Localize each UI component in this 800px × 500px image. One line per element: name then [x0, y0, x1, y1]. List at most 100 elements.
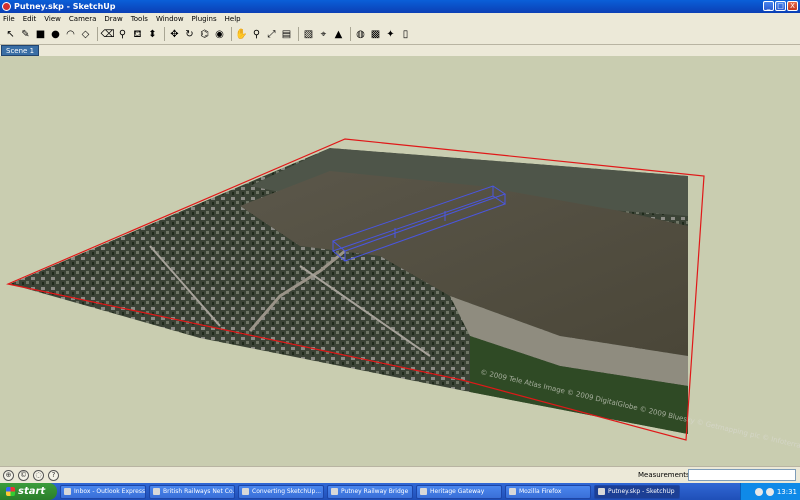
drawing-viewport[interactable]: © 2009 Tele Atlas Image © 2009 DigitalGl… [0, 56, 800, 466]
menu-edit[interactable]: Edit [23, 15, 37, 23]
taskbar-item[interactable]: Inbox - Outlook Express [60, 484, 146, 499]
user-icon[interactable]: ◌ [33, 469, 44, 481]
toggle-terrain-tool[interactable]: ▲ [332, 28, 345, 41]
minimize-button[interactable]: _ [763, 1, 774, 11]
taskbar-item[interactable]: Putney Railway Bridge [327, 484, 413, 499]
zoom-extents-tool[interactable]: ⤢ [265, 28, 278, 41]
system-tray: 13:31 [740, 483, 800, 500]
arc-tool[interactable]: ◠ [64, 28, 77, 41]
eraser-tool[interactable]: ⌫ [100, 28, 115, 41]
photo-textures-tool[interactable]: ▩ [369, 28, 382, 41]
get-location-tool[interactable]: ⌖ [317, 28, 330, 41]
move-tool[interactable]: ✥ [168, 28, 181, 41]
orbit-icon: ◉ [215, 28, 224, 40]
taskbar-item-label: Mozilla Firefox [519, 487, 562, 495]
sketchup-app-icon[interactable] [2, 2, 11, 11]
windows-taskbar: start Inbox - Outlook Express British Rai… [0, 483, 800, 500]
measurements-input[interactable] [688, 469, 796, 481]
zoom-tool[interactable]: ⚲ [250, 28, 263, 41]
window-icon [598, 488, 605, 495]
toggle-terrain-icon: ▲ [334, 28, 343, 40]
pencil-tool[interactable]: ✎ [19, 28, 32, 41]
title-bar: Putney.skp - SketchUp _ □ X [0, 0, 800, 13]
tape-measure-icon: ⚲ [118, 28, 127, 40]
window-controls: _ □ X [763, 1, 798, 11]
google-earth-icon: ◍ [356, 28, 365, 40]
help-icon[interactable]: ? [48, 469, 59, 481]
volume-icon[interactable] [765, 487, 774, 496]
push-pull-tool[interactable]: ⬍ [146, 28, 159, 41]
select-tool[interactable]: ↖ [4, 28, 17, 41]
clock: 13:31 [776, 487, 797, 496]
taskbar-item-label: Converting SketchUp... [252, 487, 322, 495]
menu-draw[interactable]: Draw [104, 15, 122, 23]
menu-view[interactable]: View [44, 15, 61, 23]
toolbar-separator [164, 27, 165, 41]
measurements-label: Measurements [638, 471, 690, 479]
rotate-tool[interactable]: ↻ [183, 28, 196, 41]
toolbar-separator [97, 27, 98, 41]
make-component-tool[interactable]: ◇ [79, 28, 92, 41]
get-location-icon: ⌖ [320, 28, 327, 40]
help-icon: ▯ [402, 28, 409, 40]
menu-file[interactable]: File [3, 15, 15, 23]
paint-bucket-tool[interactable]: ⛾ [131, 28, 144, 41]
pencil-icon: ✎ [21, 28, 30, 40]
make-component-icon: ◇ [81, 28, 90, 40]
window-icon [64, 488, 71, 495]
pan-tool[interactable]: ✋ [235, 28, 248, 41]
eraser-icon: ⌫ [100, 28, 115, 40]
offset-tool[interactable]: ⌬ [198, 28, 211, 41]
toolbar-separator [231, 27, 232, 41]
scene-tab-1[interactable]: Scene 1 [1, 45, 40, 56]
share-model-icon: ▧ [303, 28, 314, 40]
scene-tabs: Scene 1 [0, 45, 800, 56]
rectangle-icon: ■ [35, 28, 46, 40]
taskbar-item[interactable]: British Railways Net Co... [149, 484, 235, 499]
menu-plugins[interactable]: Plugins [192, 15, 217, 23]
help-tool[interactable]: ▯ [399, 28, 412, 41]
taskbar-item[interactable]: Heritage Gateway [416, 484, 502, 499]
taskbar-item-label: Inbox - Outlook Express [74, 487, 146, 495]
main-toolbar: ↖ ✎ ■ ● ◠ ◇ ⌫ ⚲ ⛾ ⬍ ✥ ↻ ⌬ ◉ ✋ ⚲ ⤢ ▤ ▧ ⌖ ▲ ◍ ▩ ✦ ▯ [0, 24, 800, 45]
taskbar-item-label: Putney.skp - SketchUp [608, 487, 675, 495]
close-button[interactable]: X [787, 1, 798, 11]
3d-warehouse-icon: ▤ [281, 28, 292, 40]
extension-warehouse-icon: ✦ [386, 28, 395, 40]
select-icon: ↖ [6, 28, 15, 40]
taskbar-item[interactable]: Converting SketchUp... [238, 484, 324, 499]
taskbar-item[interactable]: Mozilla Firefox [505, 484, 591, 499]
model-canvas[interactable]: © 2009 Tele Atlas Image © 2009 DigitalGl… [0, 56, 800, 466]
start-label: start [18, 486, 46, 497]
taskbar-item[interactable]: Putney.skp - SketchUp [594, 484, 680, 499]
menu-camera[interactable]: Camera [69, 15, 96, 23]
orbit-tool[interactable]: ◉ [213, 28, 226, 41]
google-earth-tool[interactable]: ◍ [354, 28, 367, 41]
network-icon[interactable] [754, 487, 763, 496]
circle-tool[interactable]: ● [49, 28, 62, 41]
start-button[interactable]: start [0, 483, 57, 500]
push-pull-icon: ⬍ [148, 28, 157, 40]
rectangle-tool[interactable]: ■ [34, 28, 47, 41]
3d-warehouse-tool[interactable]: ▤ [280, 28, 293, 41]
window-icon [153, 488, 160, 495]
geo-location-icon[interactable]: ⊕ [3, 469, 14, 481]
maximize-button[interactable]: □ [775, 1, 786, 11]
zoom-extents-icon: ⤢ [267, 28, 276, 40]
menu-window[interactable]: Window [156, 15, 184, 23]
credits-icon[interactable]: © [18, 469, 29, 481]
taskbar-item-label: Heritage Gateway [430, 487, 485, 495]
share-model-tool[interactable]: ▧ [302, 28, 315, 41]
window-title: Putney.skp - SketchUp [14, 2, 116, 11]
zoom-icon: ⚲ [252, 28, 261, 40]
extension-warehouse-tool[interactable]: ✦ [384, 28, 397, 41]
menu-tools[interactable]: Tools [131, 15, 148, 23]
offset-icon: ⌬ [200, 28, 209, 40]
rotate-icon: ↻ [185, 28, 194, 40]
toolbar-separator [350, 27, 351, 41]
window-icon [509, 488, 516, 495]
menu-help[interactable]: Help [225, 15, 241, 23]
tape-measure-tool[interactable]: ⚲ [116, 28, 129, 41]
paint-bucket-icon: ⛾ [133, 28, 142, 40]
taskbar-tasks: Inbox - Outlook Express British Railways … [57, 484, 680, 499]
